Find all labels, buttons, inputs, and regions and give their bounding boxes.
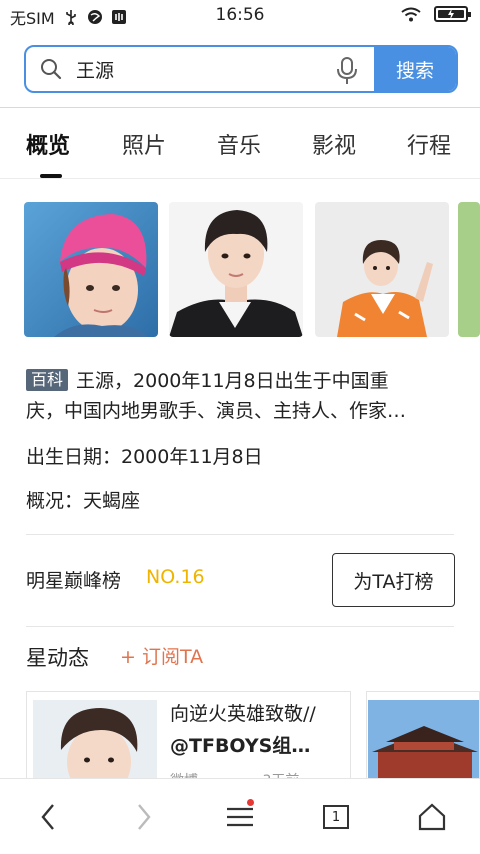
card-title-line2: @TFBOYS组… <box>170 735 311 757</box>
search-input[interactable]: 王源 <box>26 47 374 91</box>
home-icon <box>418 803 446 831</box>
status-bar: 无SIM 16:56 <box>0 0 480 30</box>
section-divider <box>26 626 454 627</box>
forward-button[interactable] <box>124 797 164 837</box>
subscribe-link[interactable]: + 订阅TA <box>120 642 203 669</box>
photo-2[interactable] <box>169 202 303 337</box>
menu-icon <box>227 807 253 827</box>
menu-button[interactable] <box>220 797 260 837</box>
notification-dot <box>247 799 254 806</box>
tab-schedule[interactable]: 行程 <box>407 128 451 160</box>
baike-text-line2: 庆，中国内地男歌手、演员、主持人、作家… <box>26 400 407 422</box>
card-title-line1: 向逆火英雄致敬// <box>170 703 316 725</box>
rank-label: 明星巅峰榜 <box>26 570 122 592</box>
photo-3[interactable] <box>315 202 449 337</box>
wifi-icon <box>401 7 421 22</box>
search-icon <box>41 59 62 80</box>
baike-text-line1: 王源，2000年11月8日出生于中国重 <box>76 370 389 392</box>
tab-photos[interactable]: 照片 <box>122 128 166 160</box>
search-bar: 王源 搜索 <box>24 45 458 93</box>
battery-icon <box>434 6 471 22</box>
birth-date: 出生日期：2000年11月8日 <box>26 446 263 468</box>
back-button[interactable] <box>28 797 68 837</box>
bottom-navigation: 1 <box>0 778 480 854</box>
section-divider <box>26 534 454 535</box>
photo-4[interactable] <box>458 202 480 337</box>
chevron-right-icon <box>138 804 151 830</box>
card-title: 向逆火英雄致敬// @TFBOYS组… <box>170 698 340 762</box>
tab-music[interactable]: 音乐 <box>217 128 261 160</box>
tab-film[interactable]: 影视 <box>312 128 356 160</box>
tabs-divider <box>0 178 480 179</box>
overview-info: 概况：天蝎座 <box>26 490 141 512</box>
chevron-left-icon <box>41 804 54 830</box>
tabs-button[interactable]: 1 <box>316 797 356 837</box>
baike-badge: 百科 <box>26 369 69 391</box>
tab-count: 1 <box>323 805 349 829</box>
dynamics-title: 星动态 <box>26 646 89 670</box>
card-thumbnail <box>33 700 157 781</box>
photo-1[interactable] <box>24 202 158 337</box>
search-query: 王源 <box>76 59 115 82</box>
card2-thumbnail <box>368 700 479 781</box>
baike-summary[interactable]: 百科 王源，2000年11月8日出生于中国重 庆，中国内地男歌手、演员、主持人、作… <box>26 366 456 426</box>
tab-bar: 概览 照片 音乐 影视 行程 <box>0 128 480 178</box>
vote-button[interactable]: 为TA打榜 <box>332 553 455 607</box>
tab-overview[interactable]: 概览 <box>26 128 70 160</box>
rank-value: NO.16 <box>146 566 205 588</box>
microphone-icon[interactable] <box>336 57 358 85</box>
header-divider <box>0 107 480 108</box>
search-button[interactable]: 搜索 <box>374 47 456 91</box>
dynamic-card-2[interactable] <box>366 691 480 781</box>
home-button[interactable] <box>412 797 452 837</box>
